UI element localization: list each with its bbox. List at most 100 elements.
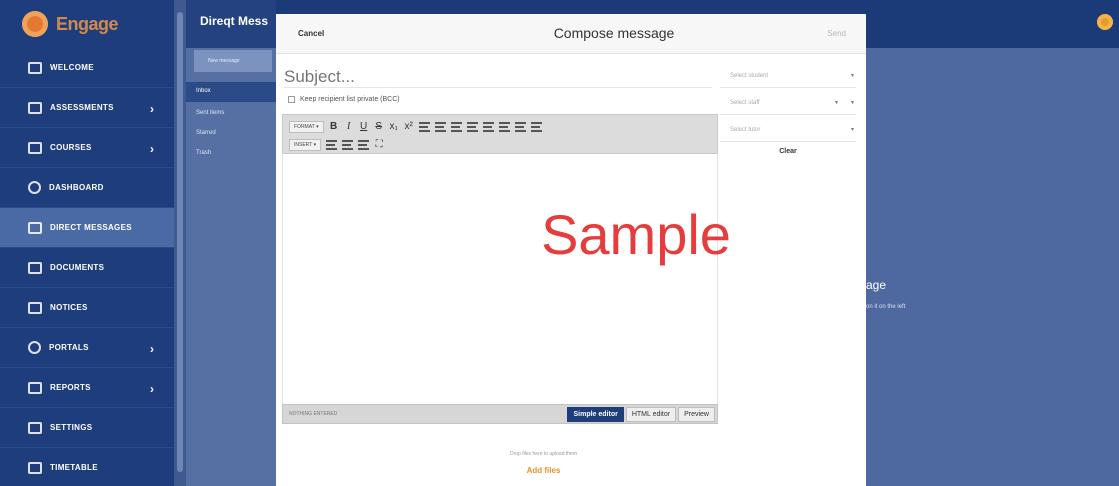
add-files-button[interactable]: Add files — [276, 466, 811, 475]
messages-icon — [28, 221, 42, 234]
sidebar-item-courses[interactable]: Courses › — [0, 128, 176, 168]
align-right-icon[interactable] — [450, 122, 462, 132]
sidebar-item-timetable[interactable]: Timetable — [0, 448, 176, 486]
sidebar-item-label: Courses — [50, 143, 92, 152]
align-justify-icon[interactable] — [466, 122, 478, 132]
chevron-down-icon: ▾ — [850, 127, 854, 133]
brand-name: Engage — [56, 13, 119, 34]
assessments-icon — [28, 101, 42, 114]
editor-status-bar: NOTHING ENTERED Simple editor HTML edito… — [282, 404, 718, 424]
sidebar-scrollbar[interactable] — [174, 0, 186, 486]
subject-input[interactable] — [284, 66, 712, 88]
sidebar-item-assessments[interactable]: Assessments › — [0, 88, 176, 128]
new-message-button[interactable]: New message — [194, 50, 272, 72]
paragraph-rtl-icon[interactable] — [358, 140, 370, 150]
dashboard-icon — [28, 181, 41, 194]
folder-starred[interactable]: Starred — [186, 124, 276, 144]
modal-header: Cancel Compose message Send — [276, 14, 866, 54]
modal-title: Compose message — [553, 25, 675, 41]
superscript-button[interactable]: x² — [404, 121, 414, 133]
brand-logo-icon — [22, 11, 48, 37]
folder-inbox[interactable]: Inbox — [186, 82, 276, 102]
timetable-icon — [28, 461, 42, 474]
format-dropdown[interactable]: FORMAT ▾ — [289, 121, 324, 133]
messages-title: Direqt Mess — [186, 0, 276, 48]
brand[interactable]: Engage — [0, 0, 176, 48]
sidebar-item-label: Documents — [50, 263, 105, 272]
underline-button[interactable]: U — [359, 121, 369, 133]
tab-html-editor[interactable]: HTML editor — [625, 407, 677, 422]
folder-trash[interactable]: Trash — [186, 144, 276, 164]
chevron-right-icon: › — [150, 142, 155, 156]
fullscreen-icon[interactable]: ⛶ — [374, 139, 384, 151]
bcc-option[interactable]: Keep recipient list private (BCC) — [288, 96, 400, 103]
documents-icon — [28, 261, 42, 274]
align-center-icon[interactable] — [434, 122, 446, 132]
sidebar-item-label: Reports — [50, 383, 91, 392]
select-staff-dropdown[interactable]: Select staff ▾ ▾ — [720, 91, 856, 115]
compose-modal: Cancel Compose message Send Keep recipie… — [276, 14, 866, 486]
sidebar-item-label: Settings — [50, 423, 93, 432]
ordered-list-icon[interactable] — [514, 122, 526, 132]
chevron-right-icon: › — [150, 342, 155, 356]
outdent-icon[interactable] — [482, 122, 494, 132]
tab-preview[interactable]: Preview — [678, 407, 715, 422]
sidebar-item-label: Assessments — [50, 103, 114, 112]
empty-state-subtitle: on it on the left — [866, 304, 906, 310]
chevron-right-icon: › — [150, 102, 155, 116]
send-button[interactable]: Send — [827, 29, 846, 38]
messages-column: Direqt Mess New message Inbox Sent items… — [186, 0, 276, 486]
sidebar-item-dashboard[interactable]: Dashboard — [0, 168, 176, 208]
portals-icon — [28, 341, 41, 354]
message-body-editor[interactable] — [282, 154, 718, 404]
italic-button[interactable]: I — [344, 121, 354, 133]
sidebar-item-label: Dashboard — [49, 183, 104, 192]
sidebar-item-label: Timetable — [50, 463, 98, 472]
editor-mode-tabs: Simple editor HTML editor Preview — [565, 407, 715, 422]
app-root: Engage Welcome Assessments › Courses › D… — [0, 0, 1119, 486]
sidebar-item-portals[interactable]: Portals › — [0, 328, 176, 368]
scrollbar-thumb[interactable] — [177, 12, 183, 472]
bold-button[interactable]: B — [329, 121, 339, 133]
toolbar-row-formatting: FORMAT ▾ B I U S x₁ x² — [289, 119, 542, 135]
chevron-right-icon: › — [150, 382, 155, 396]
dropzone-text: Drop files here to upload them — [510, 451, 577, 457]
sidebar-item-label: Welcome — [50, 63, 94, 72]
sidebar-item-settings[interactable]: Settings — [0, 408, 176, 448]
empty-state-title: age — [866, 278, 887, 292]
subscript-button[interactable]: x₁ — [389, 121, 399, 133]
tab-simple-editor[interactable]: Simple editor — [567, 407, 624, 422]
home-icon — [28, 61, 42, 74]
select-tutor-dropdown[interactable]: Select tutor ▾ — [720, 118, 856, 142]
sidebar-item-documents[interactable]: Documents — [0, 248, 176, 288]
select-student-dropdown[interactable]: Select student ▾ — [720, 64, 856, 88]
notices-icon — [28, 301, 42, 314]
align-left-icon[interactable] — [418, 122, 430, 132]
insert-dropdown[interactable]: INSERT ▾ — [289, 139, 322, 151]
chevron-down-icon: ▾ — [850, 100, 854, 106]
indent-icon[interactable] — [498, 122, 510, 132]
element-path: NOTHING ENTERED — [289, 411, 338, 417]
unordered-list-icon[interactable] — [530, 122, 542, 132]
strikethrough-button[interactable]: S — [374, 121, 384, 133]
sidebar-item-welcome[interactable]: Welcome — [0, 48, 176, 88]
folder-sent-items[interactable]: Sent items — [186, 104, 276, 124]
select-staff-placeholder: Select staff — [730, 100, 760, 106]
user-menu-icon[interactable] — [1097, 14, 1113, 30]
chevron-down-icon: ▾ — [850, 73, 854, 79]
content-background — [866, 48, 1119, 486]
insert-dropdown-label: INSERT — [294, 142, 313, 148]
sidebar-item-label: Notices — [50, 303, 88, 312]
clear-button[interactable]: Clear — [720, 148, 856, 155]
sidebar-item-reports[interactable]: Reports › — [0, 368, 176, 408]
select-tutor-placeholder: Select tutor — [730, 127, 761, 133]
select-student-placeholder: Select student — [730, 73, 769, 79]
courses-icon — [28, 141, 42, 154]
table-icon[interactable] — [326, 140, 338, 150]
format-dropdown-label: FORMAT — [294, 124, 315, 130]
paragraph-ltr-icon[interactable] — [342, 140, 354, 150]
sidebar-item-direct-messages[interactable]: Direct Messages — [0, 208, 176, 248]
bcc-checkbox[interactable] — [288, 96, 295, 103]
chevron-down-icon: ▾ — [834, 100, 838, 106]
sidebar-item-notices[interactable]: Notices — [0, 288, 176, 328]
